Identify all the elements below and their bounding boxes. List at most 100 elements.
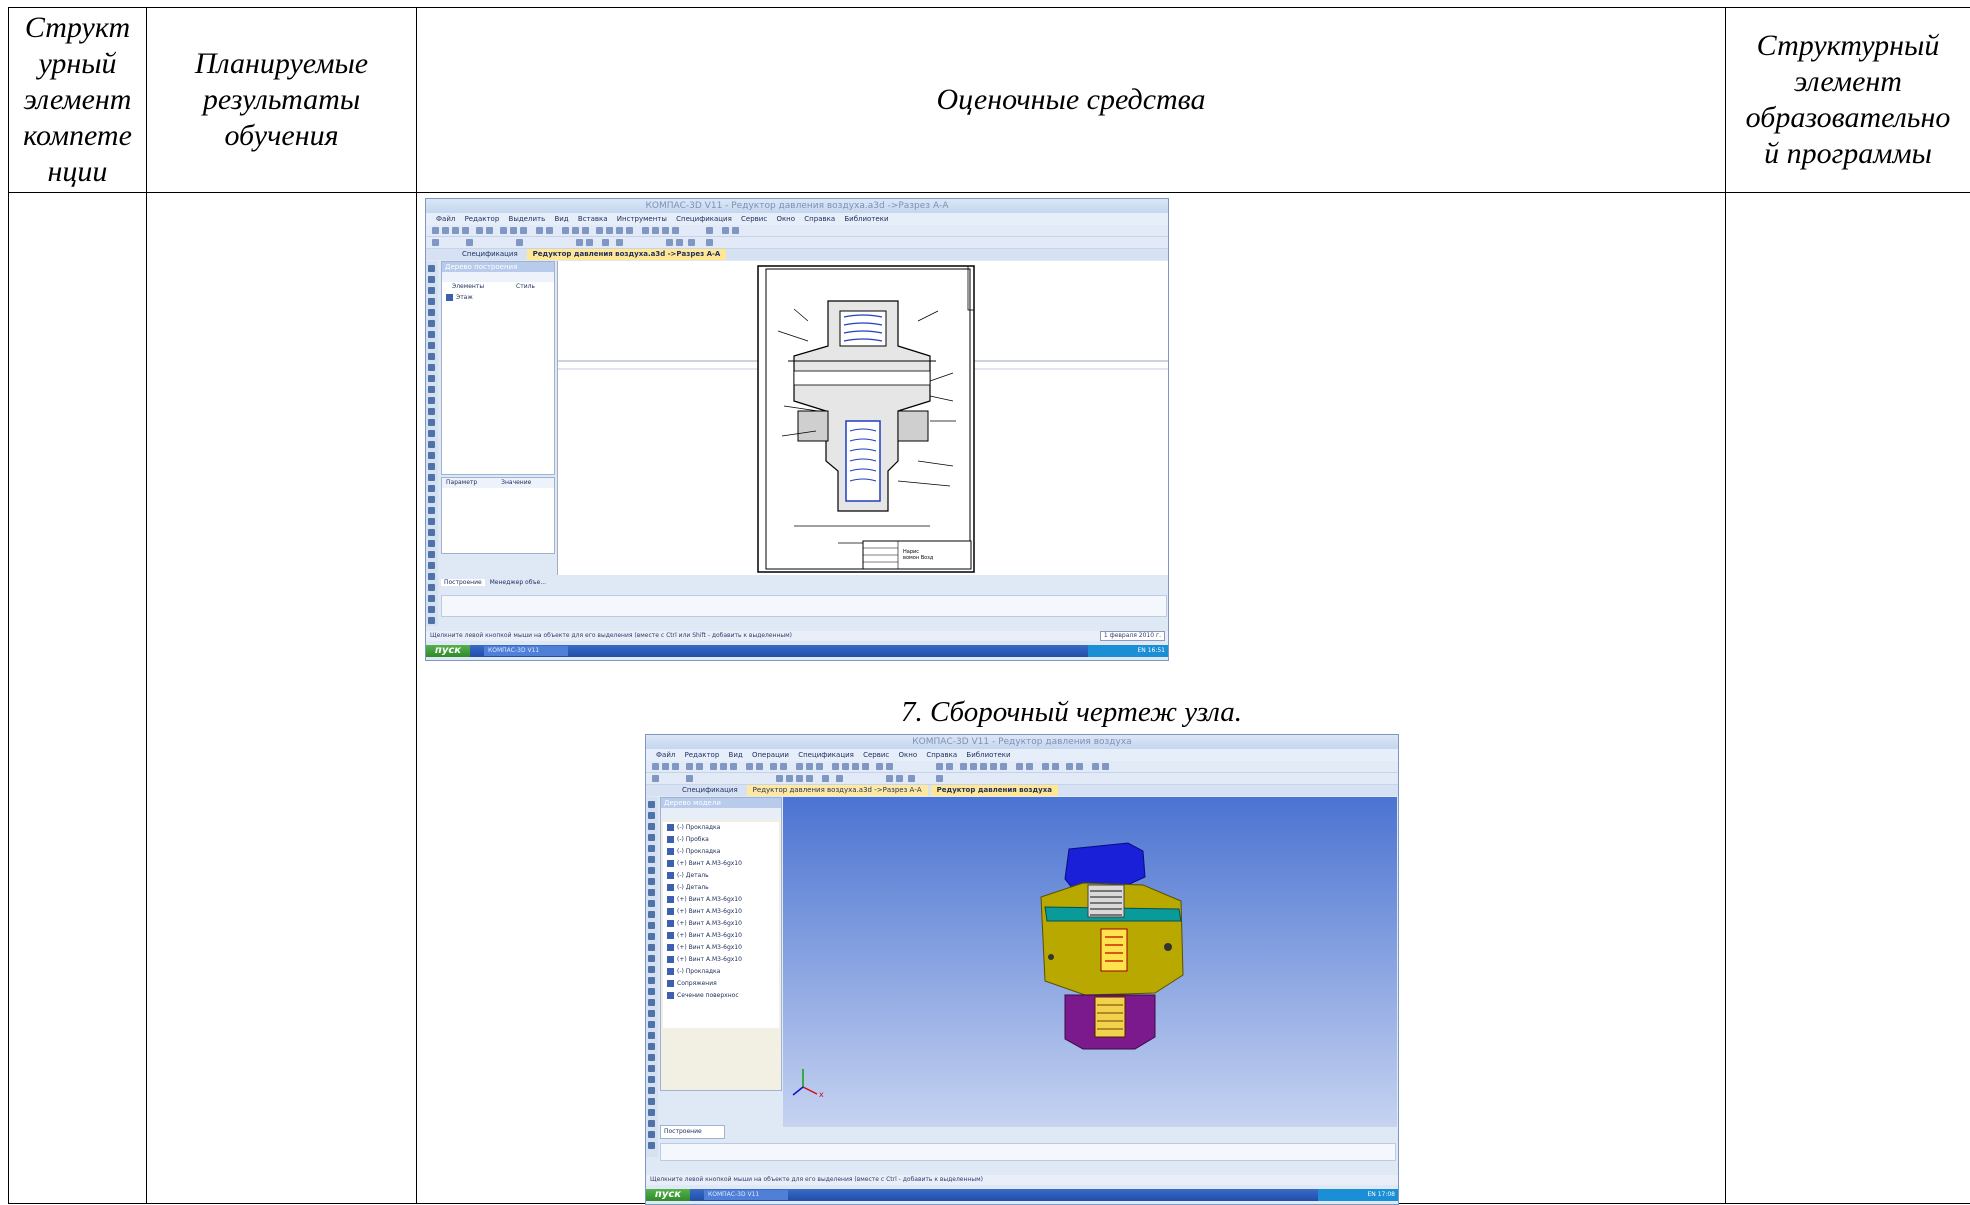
command-panel [441,595,1167,617]
tab-construction: Построение [441,579,485,586]
drawing-canvas: Нарис вомон Возд [557,261,1168,575]
taskbar: пуск КОМПАС-3D V11 EN 16:51 [426,645,1168,657]
competence-table: Структ урный элемент компете нции Планир… [8,7,1970,1204]
system-tray: EN 17:08 [1318,1189,1398,1201]
caption-assembly-drawing: 7. Сборочный чертеж узла. [417,696,1726,729]
status-bar: Щелкните левой кнопкой мыши на объекте д… [646,1175,1398,1185]
menu-item: Вставка [578,215,608,223]
tree-item-label: (-) Прокладка [677,968,720,975]
tree-item-label: (+) Винт А.М3-6gx10 [677,908,742,915]
tree-item: (-) Прокладка [663,846,779,858]
cell-planned-results [147,193,417,1204]
tree-item: (+) Винт А.М3-6gx10 [663,858,779,870]
tree-item: (+) Винт А.М3-6gx10 [663,894,779,906]
props-col: Значение [501,479,531,486]
toolbar-2 [426,237,1168,249]
toolbar-1 [646,761,1398,773]
header-line: результаты [147,82,416,118]
status-bar: Щелкните левой кнопкой мыши на объекте д… [426,631,1168,641]
header-line: урный [9,46,146,82]
tree-item-label: (+) Винт А.М3-6gx10 [677,932,742,939]
props-col: Параметр [446,479,477,486]
command-panel [660,1143,1396,1161]
cad-screenshot-drawing: КОМПАС-3D V11 - Редуктор давления воздух… [425,198,1169,661]
assessment-content: КОМПАС-3D V11 - Редуктор давления воздух… [417,193,1725,1203]
header-line: элемент [1726,64,1970,100]
header-line: Планируемые [147,46,416,82]
system-tray: EN 16:51 [1088,645,1168,657]
document-tabs: СпецификацияРедуктор давления воздуха.a3… [646,785,1398,796]
toolbar-1 [426,225,1168,237]
tree-item-label: (+) Винт А.М3-6gx10 [677,896,742,903]
menu-item: Вид [554,215,568,223]
header-line: нции [9,154,146,190]
tree-item: (+) Винт А.М3-6gx10 [663,942,779,954]
cad-screenshot-3d-model: КОМПАС-3D V11 - Редуктор давления воздух… [645,734,1399,1205]
taskbar-item: КОМПАС-3D V11 [704,1190,788,1200]
tree-item: (-) Прокладка [663,966,779,978]
reducer-3d-model: x [783,797,1397,1127]
menu-item: Сервис [741,215,767,223]
header-line: компете [9,118,146,154]
toolbar-2 [646,773,1398,785]
menu-item: Файл [656,751,675,759]
tree-item: (-) Пробка [663,834,779,846]
model-viewport: x [783,797,1397,1127]
start-button: пуск [646,1189,690,1201]
tree-item: Сечение поверхнос [663,990,779,1002]
axis-x-label: x [819,1090,824,1099]
tree-item: (-) Деталь [663,870,779,882]
header-line: Оценочные средства [417,82,1725,118]
menu-item: Редактор [465,215,500,223]
table-body-row: КОМПАС-3D V11 - Редуктор давления воздух… [9,193,1970,1204]
tab-drawing: Редуктор давления воздуха.a3d ->Разрез А… [747,785,928,796]
tab-construction: Построение [660,1125,725,1139]
header-line: й программы [1726,136,1970,172]
header-structural-element: Структ урный элемент компете нции [9,8,147,193]
status-text: Щелкните левой кнопкой мыши на объекте д… [650,1176,983,1183]
tree-col: Элементы [452,283,484,290]
menu-item: Вид [729,751,743,759]
header-line: элемент [9,82,146,118]
header-line: образовательно [1726,100,1970,136]
status-date: 1 февраля 2010 г. [1100,631,1165,641]
model-tree-panel: Дерево модели (-) Прокладка (-) Пробка (… [660,797,782,1091]
menu-bar: Файл Редактор Вид Операции Спецификация … [646,749,1398,761]
header-planned-results: Планируемые результаты обучения [147,8,417,193]
tab-drawing: Редуктор давления воздуха.a3d ->Разрез А… [527,249,727,260]
tree-item: (+) Винт А.М3-6gx10 [663,930,779,942]
left-tool-strip [646,797,658,1157]
assembly-drawing [558,261,1168,575]
tree-item-label: (+) Винт А.М3-6gx10 [677,944,742,951]
left-tool-strip [426,261,438,626]
cell-program-element [1726,193,1970,1204]
tree-item: (+) Винт А.М3-6gx10 [663,906,779,918]
window-title: КОМПАС-3D V11 - Редуктор давления воздух… [426,199,1168,213]
window-title: КОМПАС-3D V11 - Редуктор давления воздух… [646,735,1398,749]
tree-item-label: (-) Пробка [677,836,709,843]
table-header-row: Структ урный элемент компете нции Планир… [9,8,1970,193]
menu-item: Файл [436,215,455,223]
tree-col: Стиль [516,283,535,290]
menu-item: Окно [899,751,918,759]
menu-item: Окно [776,215,795,223]
tree-item-label: (-) Деталь [677,872,709,879]
tab-specification: Спецификация [456,249,524,260]
menu-item: Редактор [685,751,720,759]
menu-item: Выделить [509,215,546,223]
tab-specification: Спецификация [676,785,744,796]
document-page: Структ урный элемент компете нции Планир… [0,0,1970,1200]
tree-item-label: (-) Деталь [677,884,709,891]
tree-item-label: Сопряжения [677,980,717,987]
cell-structural-element [9,193,147,1204]
tab-object-manager: Менеджер объе... [487,579,549,586]
tree-item: (-) Деталь [663,882,779,894]
tree-item: (+) Винт А.М3-6gx10 [663,918,779,930]
menu-item: Инструменты [617,215,667,223]
tree-item-label: Этаж [456,294,473,301]
header-program-element: Структурный элемент образовательно й про… [1726,8,1970,193]
tree-item: Этаж [442,292,554,304]
tree-panel: Дерево построения Элементы Стиль Этаж [441,261,555,475]
menu-item: Сервис [863,751,889,759]
start-button: пуск [426,645,470,657]
